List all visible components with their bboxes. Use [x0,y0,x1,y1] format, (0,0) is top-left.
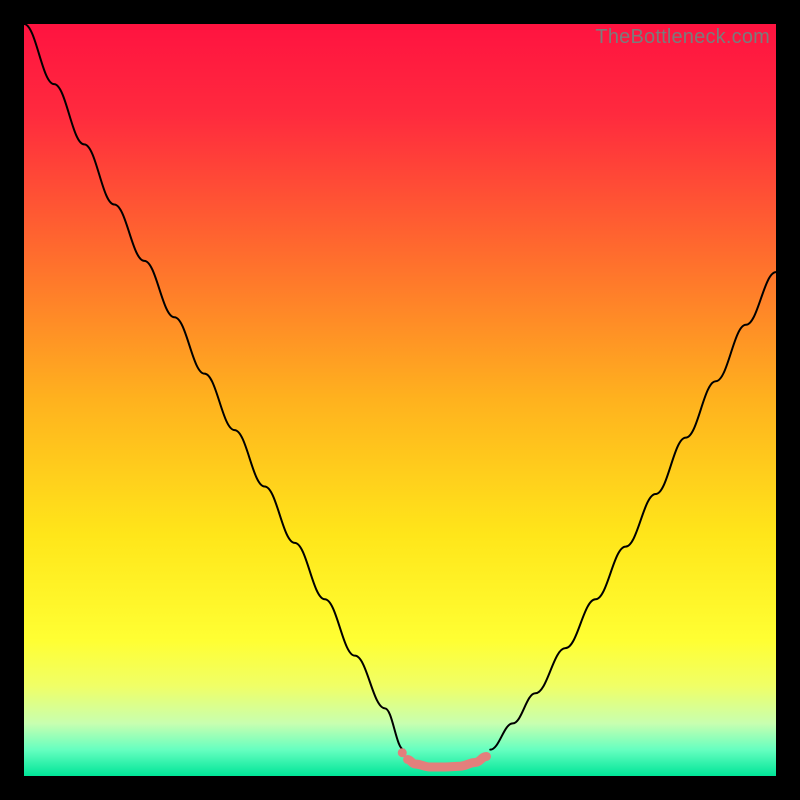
gradient-background [24,24,776,776]
marker-layer [398,748,407,757]
bottleneck-curve-chart [24,24,776,776]
chart-frame: TheBottleneck.com [24,24,776,776]
trough-start-dot [398,748,407,757]
watermark-text: TheBottleneck.com [595,26,770,49]
